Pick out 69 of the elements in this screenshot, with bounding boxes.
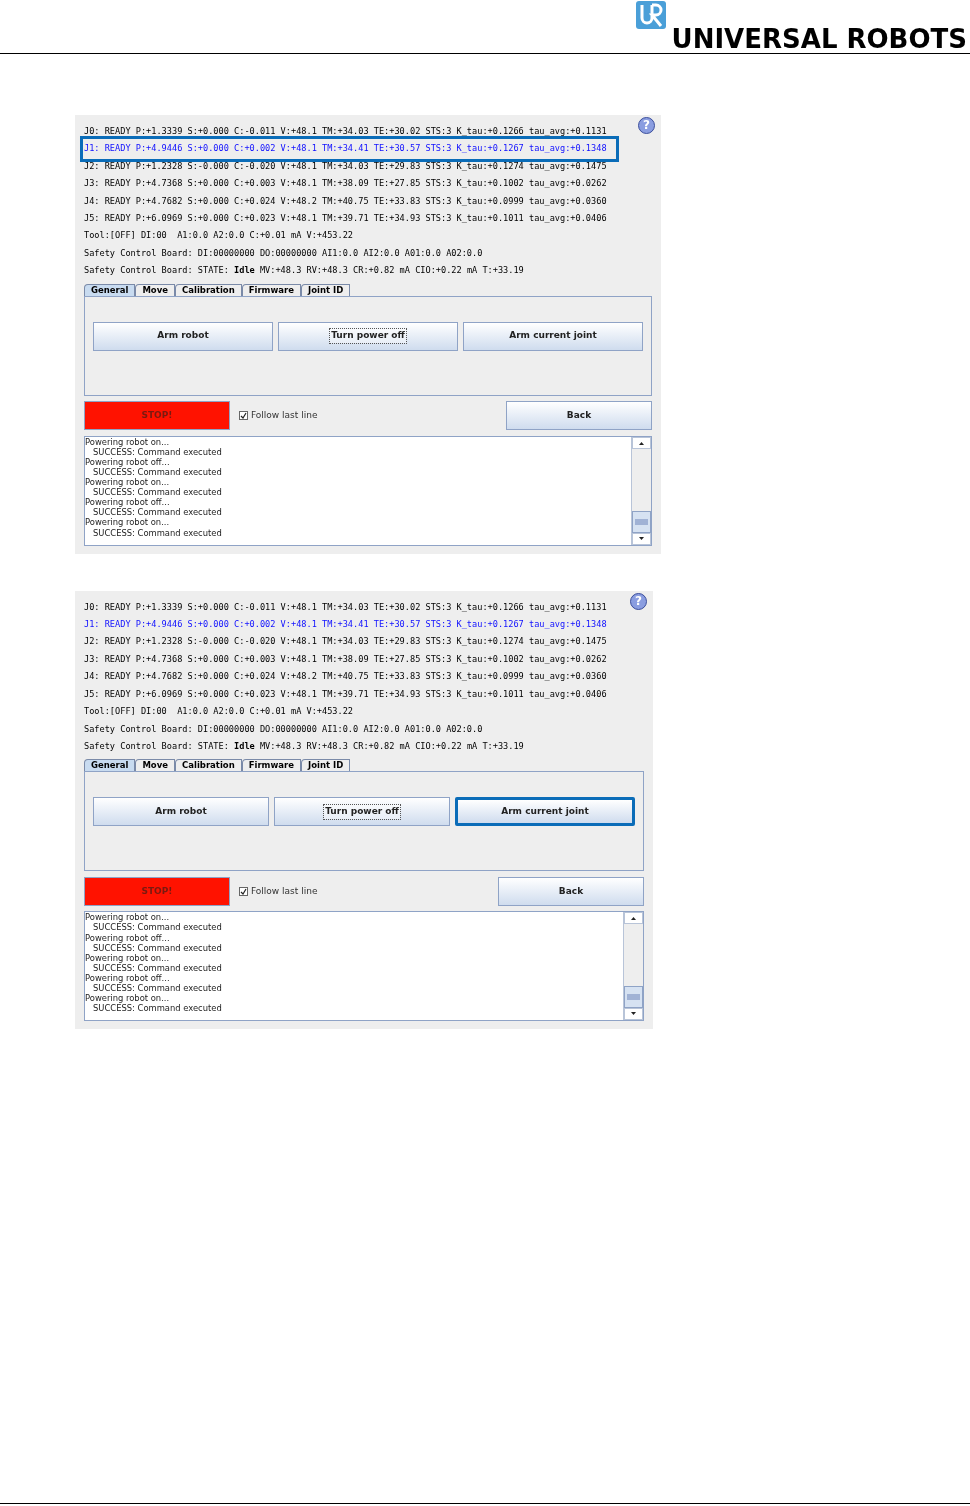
tool-status-line: Tool:[OFF] DI:00 A1:0.0 A2:0.0 C:+0.01 mA V:+453.22 [84, 229, 355, 243]
joint-status-line[interactable]: J2: READY P:+1.2328 S:-0.000 C:-0.020 V:+48.1 TM:+34.03 TE:+29.83 STS:3 K_tau:+0.1274 tau_avg:+0.1475 [84, 633, 607, 651]
log-line: Powering robot off... [85, 932, 171, 943]
action-button[interactable]: Arm current joint [455, 797, 635, 827]
log-line: SUCCESS: Command executed [92, 1003, 223, 1014]
tab[interactable]: Joint ID [301, 759, 351, 772]
tab[interactable]: General [84, 759, 136, 772]
action-button[interactable]: Arm current joint [463, 321, 643, 351]
log-line: SUCCESS: Command executed [92, 507, 223, 518]
log-line: SUCCESS: Command executed [92, 487, 223, 498]
joint-status-line[interactable]: J0: READY P:+1.3339 S:+0.000 C:-0.011 V:+48.1 TM:+34.03 TE:+30.02 STS:3 K_tau:+0.1266 tau_avg:+0.1131 [84, 123, 607, 141]
scrollbar[interactable] [631, 436, 651, 545]
log-line: SUCCESS: Command executed [93, 942, 223, 953]
log-line: SUCCESS: Command executed [92, 527, 223, 538]
checkbox-label[interactable]: Follow last line [251, 408, 318, 423]
tab[interactable]: General [84, 283, 136, 296]
tab[interactable]: Move [135, 283, 175, 296]
log-line: Powering robot off... [85, 972, 171, 983]
logo-text: UNIVERSAL ROBOTS [671, 25, 967, 53]
joint-status-line[interactable]: J0: READY P:+1.3339 S:+0.000 C:-0.011 V:+48.1 TM:+34.03 TE:+30.02 STS:3 K_tau:+0.1266 tau_avg:+0.1131 [84, 598, 607, 617]
tab[interactable]: Firmware [241, 759, 302, 772]
log-line: SUCCESS: Command executed [93, 922, 223, 933]
log-line: Powering robot off... [85, 497, 171, 508]
action-button[interactable]: Turn power off [278, 321, 458, 351]
tool-status-line: Tool:[OFF] DI:00 A1:0.0 A2:0.0 C:+0.01 mA V:+453.22 [84, 705, 355, 719]
log-line: SUCCESS: Command executed [93, 982, 223, 994]
log-line: Powering robot on... [85, 912, 170, 923]
scroll-down-icon[interactable] [632, 532, 651, 545]
tab[interactable]: Joint ID [301, 283, 351, 296]
log-line: Powering robot on... [85, 436, 171, 447]
log-line: SUCCESS: Command executed [93, 962, 223, 973]
scroll-thumb-icon[interactable] [632, 510, 651, 533]
log-line: Powering robot on... [85, 993, 171, 1004]
joint-status-line[interactable]: J5: READY P:+6.0969 S:+0.000 C:+0.023 V:+48.1 TM:+39.71 TE:+34.93 STS:3 K_tau:+0.1011 tau_avg:+0.0406 [84, 685, 607, 704]
tab[interactable]: Move [135, 759, 175, 772]
checkbox[interactable] [239, 886, 248, 896]
scroll-thumb-icon[interactable] [624, 986, 643, 1009]
tab[interactable]: Calibration [175, 283, 242, 296]
joint-status-line[interactable]: J4: READY P:+4.7682 S:+0.000 C:+0.024 V:+48.2 TM:+40.75 TE:+33.83 STS:3 K_tau:+0.0999 tau_avg:+0.0360 [84, 668, 607, 686]
back-button[interactable]: Back [506, 401, 652, 431]
scroll-down-icon[interactable] [624, 1008, 643, 1021]
safety-board-line: Safety Control Board: DI:00000000 DO:00000000 AI1:0.0 AI2:0.0 A01:0.0 A02:0.0 [84, 722, 484, 736]
action-button[interactable]: Arm robot [93, 797, 269, 827]
action-button[interactable]: Arm robot [93, 321, 273, 351]
logo-icon [635, 1, 666, 29]
tab[interactable]: Calibration [175, 759, 242, 772]
action-button[interactable]: Turn power off [274, 797, 450, 827]
log-line: Powering robot off... [85, 456, 171, 467]
checkbox[interactable] [239, 411, 248, 421]
safety-board-line: Safety Control Board: STATE: Idle MV:+48.3 RV:+48.3 CR:+0.82 mA CIO:+0.22 mA T:+33.19 [84, 264, 525, 278]
scrollbar[interactable] [623, 912, 643, 1021]
log-line: SUCCESS: Command executed [93, 446, 223, 457]
joint-status-line[interactable]: J4: READY P:+4.7682 S:+0.000 C:+0.024 V:+48.2 TM:+40.75 TE:+33.83 STS:3 K_tau:+0.0999 tau_avg:+0.0360 [84, 192, 607, 211]
log-line: Powering robot on... [85, 517, 171, 528]
joint-status-line[interactable]: J2: READY P:+1.2328 S:-0.000 C:-0.020 V:+48.1 TM:+34.03 TE:+29.83 STS:3 K_tau:+0.1274 tau_avg:+0.1475 [84, 157, 607, 176]
log-line: Powering robot on... [85, 477, 171, 488]
log-line: SUCCESS: Command executed [93, 466, 223, 478]
back-button[interactable]: Back [498, 876, 644, 906]
scroll-up-icon[interactable] [632, 436, 651, 449]
scroll-up-icon[interactable] [624, 912, 643, 925]
tab[interactable]: Firmware [241, 283, 302, 296]
checkbox-label[interactable]: Follow last line [251, 884, 318, 899]
safety-board-line: Safety Control Board: DI:00000000 DO:00000000 AI1:0.0 AI2:0.0 A01:0.0 A02:0.0 [84, 246, 484, 260]
joint-status-line[interactable]: J1: READY P:+4.9446 S:+0.000 C:+0.002 V:+48.1 TM:+34.41 TE:+30.57 STS:3 K_tau:+0.1267 tau_avg:+0.1348 [84, 616, 607, 634]
log-line: Powering robot on... [85, 952, 171, 963]
joint-status-line[interactable]: J5: READY P:+6.0969 S:+0.000 C:+0.023 V:+48.1 TM:+39.71 TE:+34.93 STS:3 K_tau:+0.1011 tau_avg:+0.0406 [84, 210, 607, 228]
joint-status-line[interactable]: J3: READY P:+4.7368 S:+0.000 C:+0.003 V:+48.1 TM:+38.09 TE:+27.85 STS:3 K_tau:+0.1002 tau_avg:+0.0262 [84, 175, 607, 193]
joint-status-line[interactable]: J3: READY P:+4.7368 S:+0.000 C:+0.003 V:+48.1 TM:+38.09 TE:+27.85 STS:3 K_tau:+0.1002 tau_avg:+0.0262 [84, 650, 607, 669]
safety-board-line: Safety Control Board: STATE: Idle MV:+48.3 RV:+48.3 CR:+0.82 mA CIO:+0.22 mA T:+33.19 [84, 739, 525, 753]
